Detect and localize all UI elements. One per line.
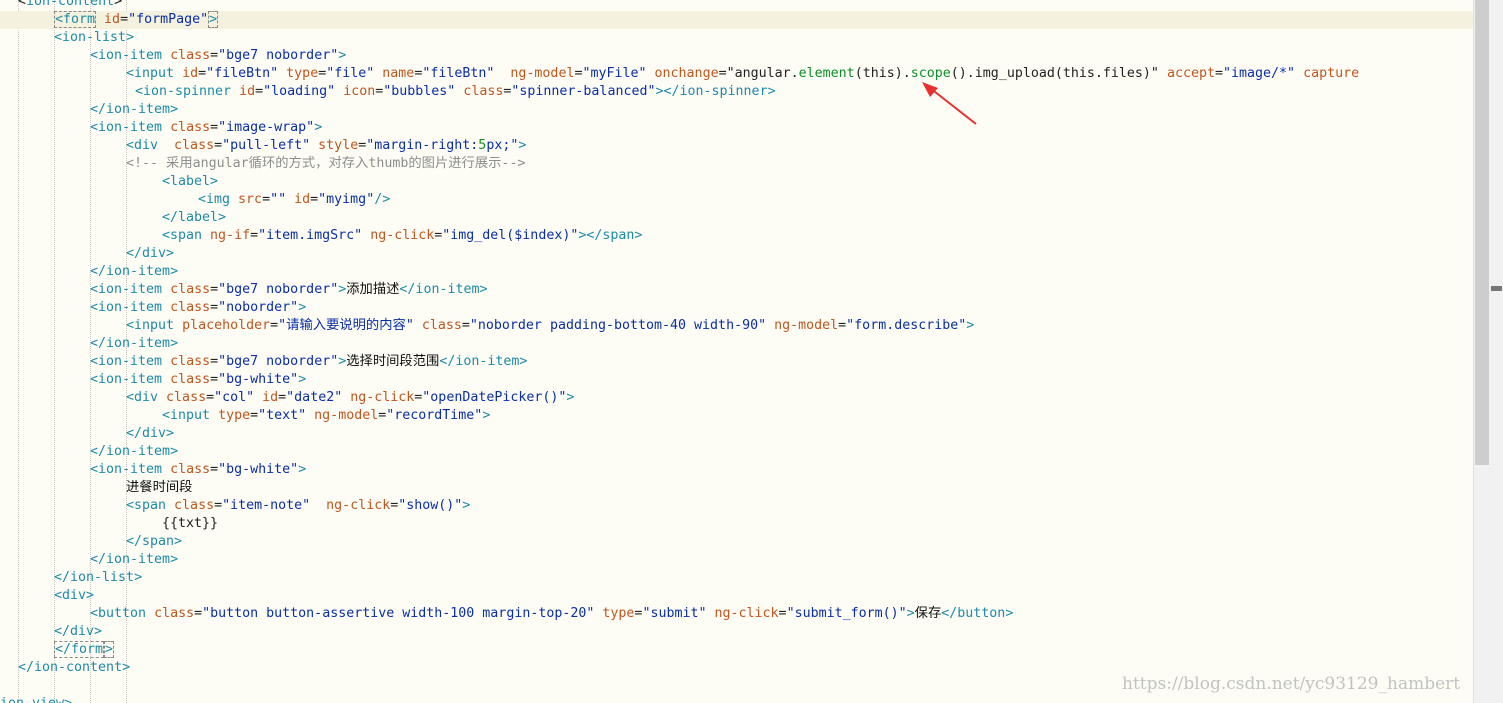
scrollbar-thumb[interactable] xyxy=(1475,0,1489,465)
scroll-marker xyxy=(1491,286,1502,291)
watermark: https://blog.csdn.net/yc93129_hambert xyxy=(1122,674,1461,694)
annotation-arrow xyxy=(922,82,977,125)
vertical-scrollbar[interactable] xyxy=(1473,0,1503,703)
code-editor[interactable]: <ion-content> <form id="formPage"> <ion-li… xyxy=(0,0,1473,703)
